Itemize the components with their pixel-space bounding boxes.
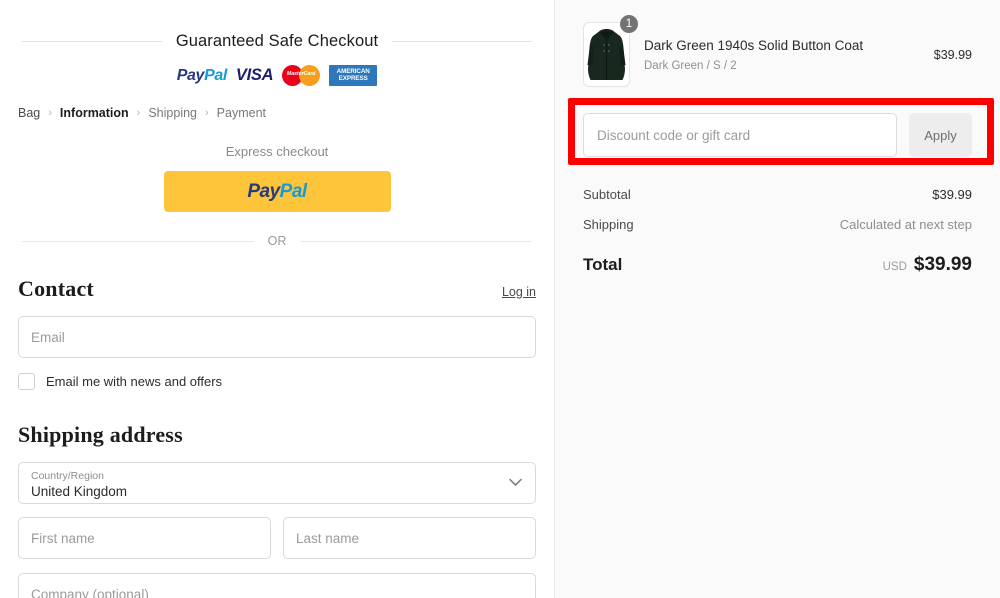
mastercard-badge-text: MasterCard: [286, 71, 316, 77]
email-field[interactable]: [18, 316, 536, 358]
paypal-badge-icon: Pay Pal: [176, 66, 228, 86]
order-item-variant: Dark Green / S / 2: [644, 60, 737, 73]
country-region-label: Country/Region: [31, 470, 104, 483]
amex-badge-icon: AMERICAN EXPRESS: [329, 65, 378, 86]
newsletter-checkbox[interactable]: [18, 373, 35, 390]
breadcrumb: Bag › Information › Shipping › Payment: [18, 106, 536, 120]
breadcrumb-item-information[interactable]: Information: [60, 106, 129, 120]
divider-line-right: [392, 41, 532, 42]
chevron-right-icon: ›: [48, 107, 52, 119]
subtotal-label: Subtotal: [583, 187, 631, 202]
first-name-field[interactable]: [18, 517, 271, 559]
shipping-address-heading: Shipping address: [18, 422, 183, 447]
safe-checkout-title: Guaranteed Safe Checkout: [175, 32, 379, 50]
quantity-badge: 1: [619, 14, 639, 34]
log-in-link[interactable]: Log in: [502, 285, 536, 299]
newsletter-label: Email me with news and offers: [46, 374, 223, 389]
guaranteed-safe-checkout-header: Guaranteed Safe Checkout: [18, 32, 536, 51]
paypal-button-logo-icon: PayPal: [247, 180, 308, 203]
amex-badge-line-2: EXPRESS: [338, 74, 368, 82]
or-rule-left: [22, 240, 254, 242]
newsletter-checkbox-row[interactable]: Email me with news and offers: [18, 373, 536, 390]
breadcrumb-item-shipping: Shipping: [148, 106, 197, 120]
shipping-value: Calculated at next step: [839, 217, 972, 232]
or-rule-right: [300, 240, 532, 242]
chevron-right-icon: ›: [205, 107, 209, 119]
paypal-logo-text-1: Pay: [247, 180, 280, 202]
product-thumbnail-wrapper: 1: [583, 14, 639, 87]
paypal-logo-text-2: Pal: [279, 180, 308, 202]
chevron-right-icon: ›: [136, 107, 141, 119]
coat-illustration-icon: [587, 29, 626, 80]
contact-heading: Contact: [18, 276, 94, 301]
country-region-select-wrapper[interactable]: Country/Region United Kingdom: [18, 462, 536, 504]
paypal-badge-text-1: Pay: [176, 66, 205, 84]
visa-badge-icon: VISA: [235, 66, 274, 84]
shipping-row: Shipping Calculated at next step: [583, 217, 972, 232]
shipping-label: Shipping: [583, 217, 634, 232]
breadcrumb-item-payment: Payment: [216, 106, 267, 120]
total-value-group: USD $39.99: [883, 254, 972, 276]
order-item-title: Dark Green 1940s Solid Button Coat: [644, 37, 864, 53]
or-divider: OR: [18, 234, 536, 248]
subtotal-row: Subtotal $39.99: [583, 187, 972, 202]
payment-badges: Pay Pal VISA MasterCard AMERICAN EXPRESS: [18, 65, 536, 86]
order-totals: Subtotal $39.99 Shipping Calculated at n…: [583, 187, 972, 276]
discount-code-input[interactable]: [583, 113, 897, 157]
subtotal-value: $39.99: [932, 187, 972, 202]
mastercard-badge-icon: MasterCard: [282, 65, 321, 86]
divider-line-left: [22, 41, 162, 42]
last-name-field[interactable]: [283, 517, 536, 559]
country-region-select[interactable]: Country/Region United Kingdom: [18, 462, 536, 504]
discount-code-row: Apply: [583, 87, 972, 157]
order-summary-panel: 1 Dark Green 1940s Solid Button Coat Dar…: [555, 0, 1000, 598]
paypal-badge-text-2: Pal: [204, 66, 227, 84]
checkout-page: Guaranteed Safe Checkout Pay Pal VISA Mas…: [0, 0, 1000, 598]
express-checkout-label: Express checkout: [225, 144, 329, 159]
company-field[interactable]: [18, 573, 536, 598]
grand-total-row: Total USD $39.99: [583, 254, 972, 276]
country-region-value: United Kingdom: [31, 484, 128, 500]
paypal-express-button[interactable]: PayPal: [163, 171, 391, 212]
order-item-info: Dark Green 1940s Solid Button Coat Dark …: [644, 37, 920, 72]
breadcrumb-item-bag[interactable]: Bag: [18, 106, 40, 120]
total-label: Total: [583, 255, 623, 274]
total-value: $39.99: [913, 254, 972, 275]
checkout-form-panel: Guaranteed Safe Checkout Pay Pal VISA Mas…: [0, 0, 555, 598]
order-line-item: 1 Dark Green 1940s Solid Button Coat Dar…: [583, 0, 972, 87]
contact-section-header: Contact Log in: [18, 276, 536, 302]
or-divider-label: OR: [267, 234, 287, 248]
order-item-price: $39.99: [933, 47, 972, 62]
total-currency: USD: [882, 261, 907, 273]
name-fields-row: [18, 517, 536, 559]
apply-discount-button[interactable]: Apply: [909, 113, 972, 157]
